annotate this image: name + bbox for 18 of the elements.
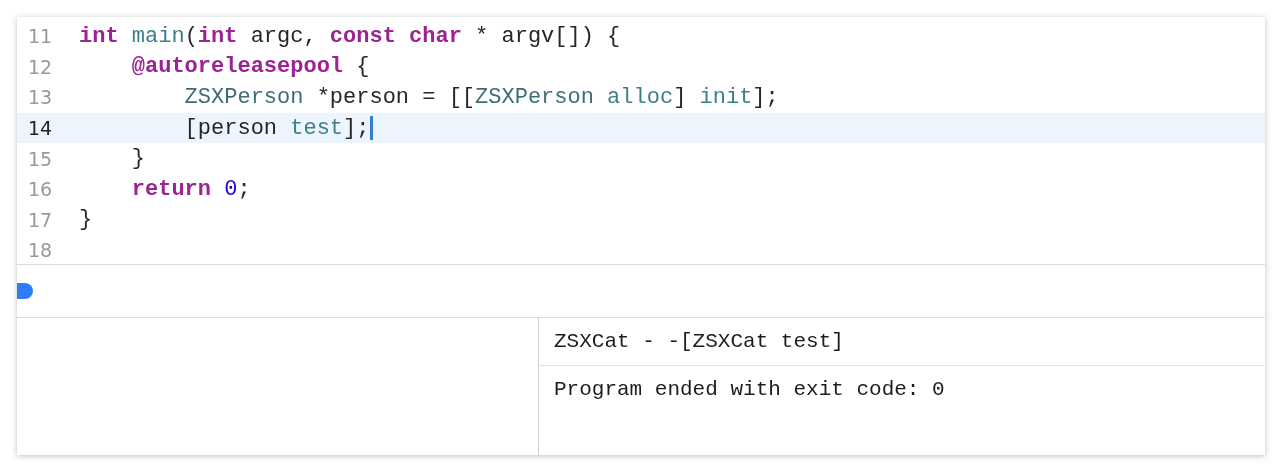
line-number: 11 [27, 25, 54, 48]
line-number: 18 [27, 239, 54, 262]
line-number: 16 [27, 178, 54, 201]
code-line: } [79, 207, 93, 233]
console-line: ZSXCat - -[ZSXCat test] [539, 318, 1265, 366]
console-line: Program ended with exit code: 0 [553, 377, 946, 403]
code-line: ZSXPerson *person = [[ZSXPerson alloc] init]; [183, 85, 779, 110]
code-line: @autoreleasepool { [130, 54, 370, 80]
line-number: 17 [27, 208, 54, 231]
code-line: return 0; [130, 176, 251, 202]
code-line: [person test]; [79, 115, 374, 141]
line-number: 15 [27, 147, 54, 170]
line-number: 12 [27, 55, 54, 78]
line-number: 14 [27, 117, 54, 140]
breakpoint-icon[interactable] [17, 283, 33, 299]
code-line: } [130, 146, 145, 172]
code-line: int main(int argc, const char * argv[]) { [79, 23, 621, 49]
line-number: 13 [27, 86, 54, 109]
